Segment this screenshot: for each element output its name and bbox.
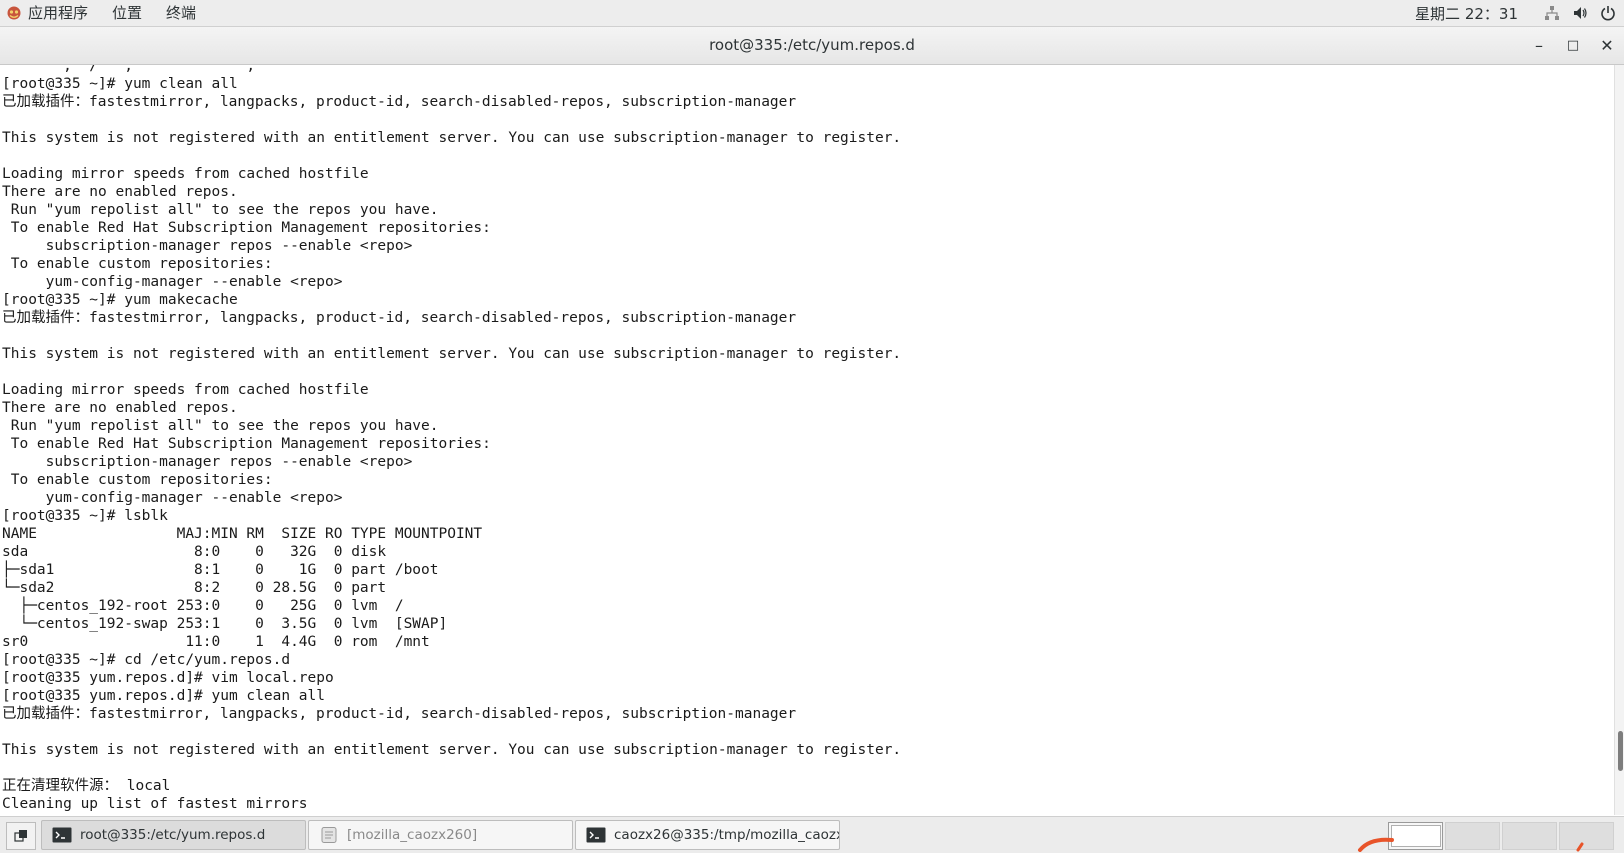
terminal-line: [root@335 yum.repos.d]# vim local.repo [2,670,334,686]
task-label: root@335:/etc/yum.repos.d [80,827,266,843]
terminal-line: Loading mirror speeds from cached hostfi… [2,166,369,182]
terminal-icon [52,827,72,843]
scrollbar-thumb[interactable] [1618,731,1623,771]
terminal-line: There are no enabled repos. [2,184,238,200]
applications-menu[interactable]: 应用程序 [0,0,100,26]
terminal-line: ├─sda1 8:1 0 1G 0 part /boot [2,562,439,578]
terminal-output[interactable]: , / , , [root@335 ~]# yum clean all 已加载插件：… [0,65,1614,815]
terminal-line: Cleaning up list of fastest mirrors [2,796,308,812]
task-label: [mozilla_caozx260] [347,827,478,843]
terminal-line: sr0 11:0 1 4.4G 0 rom /mnt [2,634,430,650]
terminal-line: 正在清理软件源： local [2,778,171,794]
terminal-line: 已加载插件：fastestmirror, langpacks, product-… [2,706,797,722]
window-title: root@335:/etc/yum.repos.d [709,36,915,54]
top-menu: 应用程序 位置 终端 [0,0,208,26]
terminal-line: , / , , [2,65,256,74]
terminal-line: Other repos take up 1.6 M of disk space … [2,813,901,815]
terminal-menu[interactable]: 终端 [154,0,208,26]
terminal-text: , / , , [root@335 ~]# yum clean all 已加载插件：… [2,65,901,815]
terminal-line: sda 8:0 0 32G 0 disk [2,544,387,560]
workspace-2[interactable] [1445,822,1500,850]
network-icon[interactable] [1540,0,1564,26]
workspace-window-thumbnail [1391,825,1441,847]
bottom-taskbar: root@335:/etc/yum.repos.d [mozilla_caozx… [0,816,1624,853]
places-menu[interactable]: 位置 [100,0,154,26]
workspace-1[interactable] [1388,822,1443,850]
window-titlebar[interactable]: root@335:/etc/yum.repos.d – □ ✕ [0,27,1624,65]
task-file-manager[interactable]: [mozilla_caozx260] [308,820,573,850]
terminal-line: ├─centos_192-root 253:0 0 25G 0 lvm / [2,598,404,614]
applications-icon [7,6,21,20]
terminal-line: This system is not registered with an en… [2,130,902,146]
file-manager-icon [321,827,337,843]
terminal-line: Run "yum repolist all" to see the repos … [2,418,439,434]
close-button[interactable]: ✕ [1590,27,1624,64]
show-desktop-icon [14,830,27,842]
terminal-line: 已加载插件：fastestmirror, langpacks, product-… [2,94,797,110]
terminal-line: └─centos_192-swap 253:1 0 3.5G 0 lvm [SW… [2,616,448,632]
terminal-line: 已加载插件：fastestmirror, langpacks, product-… [2,310,797,326]
terminal-line: This system is not registered with an en… [2,346,902,362]
terminal-icon [586,827,606,843]
terminal-line: subscription-manager repos --enable <rep… [2,454,413,470]
terminal-line: There are no enabled repos. [2,400,238,416]
terminal-line: Run "yum repolist all" to see the repos … [2,202,439,218]
terminal-line: [root@335 ~]# yum makecache [2,292,238,308]
terminal-line: NAME MAJ:MIN RM SIZE RO TYPE MOUNTPOINT [2,526,483,542]
workspace-4[interactable] [1559,822,1614,850]
scrollbar[interactable] [1614,65,1624,815]
terminal-line: └─sda2 8:2 0 28.5G 0 part [2,580,387,596]
maximize-button[interactable]: □ [1556,27,1590,64]
terminal-line: [root@335 ~]# lsblk [2,508,168,524]
terminal-line: [root@335 ~]# yum clean all [2,76,238,92]
task-label: caozx26@335:/tmp/mozilla_caozx… [614,827,840,843]
show-desktop-button[interactable] [6,822,36,850]
terminal-line: To enable custom repositories: [2,256,273,272]
workspace-switcher [1388,822,1614,850]
terminal-line: yum-config-manager --enable <repo> [2,490,343,506]
terminal-line: To enable Red Hat Subscription Managemen… [2,220,491,236]
clock[interactable]: 星期二 22：31 [1415,3,1518,24]
workspace-3[interactable] [1502,822,1557,850]
top-panel: 应用程序 位置 终端 星期二 22：31 [0,0,1624,27]
system-tray: 星期二 22：31 [1415,0,1624,26]
task-terminal-caozx[interactable]: caozx26@335:/tmp/mozilla_caozx… [575,820,840,850]
terminal-line: Loading mirror speeds from cached hostfi… [2,382,369,398]
terminal-line: This system is not registered with an en… [2,742,902,758]
applications-menu-label: 应用程序 [28,4,89,22]
task-terminal-root[interactable]: root@335:/etc/yum.repos.d [41,820,306,850]
terminal-line: [root@335 ~]# cd /etc/yum.repos.d [2,652,291,668]
volume-icon[interactable] [1568,0,1592,26]
terminal-line: To enable custom repositories: [2,472,273,488]
terminal-line: To enable Red Hat Subscription Managemen… [2,436,491,452]
power-icon[interactable] [1596,0,1620,26]
terminal-line: yum-config-manager --enable <repo> [2,274,343,290]
terminal-line: [root@335 yum.repos.d]# yum clean all [2,688,326,704]
minimize-button[interactable]: – [1522,27,1556,64]
terminal-line: subscription-manager repos --enable <rep… [2,238,413,254]
